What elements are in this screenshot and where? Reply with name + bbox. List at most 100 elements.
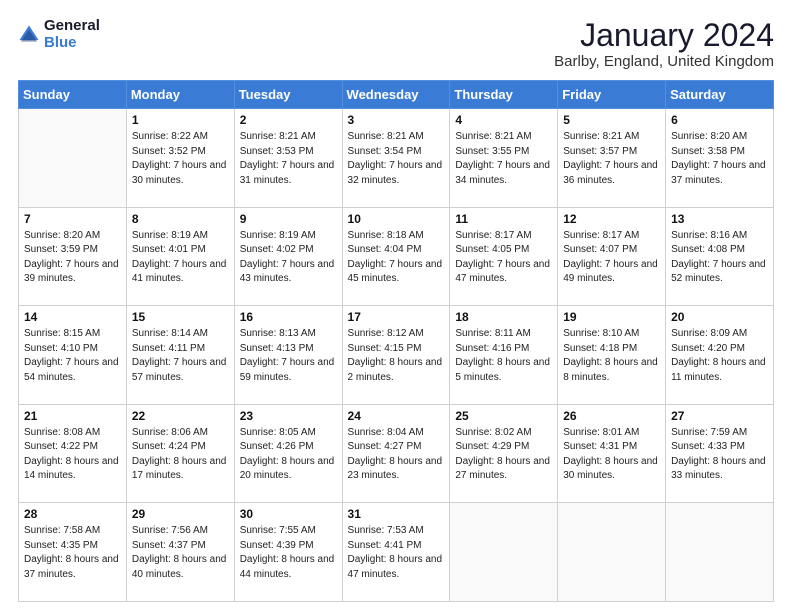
cell-date-number: 1	[132, 113, 229, 127]
cell-sun-info: Sunrise: 7:53 AMSunset: 4:41 PMDaylight:…	[348, 524, 445, 582]
calendar-cell	[450, 503, 558, 602]
logo-text: General Blue	[44, 18, 100, 51]
cell-sun-info: Sunrise: 8:17 AMSunset: 4:05 PMDaylight:…	[455, 229, 552, 287]
cell-sun-info: Sunrise: 8:06 AMSunset: 4:24 PMDaylight:…	[132, 426, 229, 484]
calendar-cell: 9Sunrise: 8:19 AMSunset: 4:02 PMDaylight…	[234, 207, 342, 306]
cell-date-number: 11	[455, 212, 552, 226]
cell-date-number: 8	[132, 212, 229, 226]
calendar-cell: 23 Sunrise: 8:05 AMSunset: 4:26 PMDayligh…	[234, 404, 342, 503]
cell-sun-info: Sunrise: 8:21 AMSunset: 3:54 PMDaylight:…	[348, 130, 445, 188]
calendar-cell: 26Sunrise: 8:01 AMSunset: 4:31 PMDayligh…	[558, 404, 666, 503]
calendar-cell: 8Sunrise: 8:19 AMSunset: 4:01 PMDaylight…	[126, 207, 234, 306]
calendar-table: Sunday Monday Tuesday Wednesday Thursday…	[18, 80, 774, 602]
calendar-cell: 24 Sunrise: 8:04 AMSunset: 4:27 PMDayligh…	[342, 404, 450, 503]
col-header-friday: Friday	[558, 81, 666, 109]
calendar-cell	[19, 109, 127, 208]
calendar-cell: 21 Sunrise: 8:08 AMSunset: 4:22 PMDayligh…	[19, 404, 127, 503]
col-header-thursday: Thursday	[450, 81, 558, 109]
calendar-cell: 31 Sunrise: 7:53 AMSunset: 4:41 PMDayligh…	[342, 503, 450, 602]
calendar-cell: 6 Sunrise: 8:20 AMSunset: 3:58 PMDaylight…	[666, 109, 774, 208]
cell-sun-info: Sunrise: 8:22 AMSunset: 3:52 PMDaylight:…	[132, 130, 229, 188]
cell-date-number: 19	[563, 310, 660, 324]
cell-date-number: 5	[563, 113, 660, 127]
cell-sun-info: Sunrise: 8:14 AMSunset: 4:11 PMDaylight:…	[132, 327, 229, 385]
calendar-header-row: Sunday Monday Tuesday Wednesday Thursday…	[19, 81, 774, 109]
cell-sun-info: Sunrise: 8:01 AMSunset: 4:31 PMDaylight:…	[563, 426, 660, 484]
cell-date-number: 16	[240, 310, 337, 324]
col-header-saturday: Saturday	[666, 81, 774, 109]
calendar-cell: 29Sunrise: 7:56 AMSunset: 4:37 PMDayligh…	[126, 503, 234, 602]
cell-date-number: 18	[455, 310, 552, 324]
calendar-cell: 3 Sunrise: 8:21 AMSunset: 3:54 PMDaylight…	[342, 109, 450, 208]
cell-date-number: 24	[348, 409, 445, 423]
cell-sun-info: Sunrise: 8:15 AMSunset: 4:10 PMDaylight:…	[24, 327, 121, 385]
cell-date-number: 29	[132, 507, 229, 521]
cell-date-number: 27	[671, 409, 768, 423]
logo-icon	[18, 24, 40, 46]
cell-sun-info: Sunrise: 8:02 AMSunset: 4:29 PMDaylight:…	[455, 426, 552, 484]
cell-date-number: 6	[671, 113, 768, 127]
calendar-cell: 5 Sunrise: 8:21 AMSunset: 3:57 PMDaylight…	[558, 109, 666, 208]
cell-sun-info: Sunrise: 8:20 AMSunset: 3:59 PMDaylight:…	[24, 229, 121, 287]
cell-sun-info: Sunrise: 8:13 AMSunset: 4:13 PMDaylight:…	[240, 327, 337, 385]
cell-date-number: 14	[24, 310, 121, 324]
cell-date-number: 2	[240, 113, 337, 127]
calendar-cell: 14 Sunrise: 8:15 AMSunset: 4:10 PMDayligh…	[19, 306, 127, 405]
cell-date-number: 15	[132, 310, 229, 324]
calendar-cell: 18 Sunrise: 8:11 AMSunset: 4:16 PMDayligh…	[450, 306, 558, 405]
header: General Blue January 2024 Barlby, Englan…	[18, 18, 774, 70]
calendar-cell: 28 Sunrise: 7:58 AMSunset: 4:35 PMDayligh…	[19, 503, 127, 602]
cell-sun-info: Sunrise: 7:58 AMSunset: 4:35 PMDaylight:…	[24, 524, 121, 582]
cell-date-number: 3	[348, 113, 445, 127]
page: General Blue January 2024 Barlby, Englan…	[0, 0, 792, 612]
calendar-cell: 17 Sunrise: 8:12 AMSunset: 4:15 PMDayligh…	[342, 306, 450, 405]
calendar-cell	[666, 503, 774, 602]
cell-sun-info: Sunrise: 8:21 AMSunset: 3:55 PMDaylight:…	[455, 130, 552, 188]
cell-sun-info: Sunrise: 8:17 AMSunset: 4:07 PMDaylight:…	[563, 229, 660, 287]
cell-date-number: 28	[24, 507, 121, 521]
calendar-cell: 19 Sunrise: 8:10 AMSunset: 4:18 PMDayligh…	[558, 306, 666, 405]
cell-date-number: 13	[671, 212, 768, 226]
cell-date-number: 7	[24, 212, 121, 226]
cell-sun-info: Sunrise: 8:16 AMSunset: 4:08 PMDaylight:…	[671, 229, 768, 287]
cell-sun-info: Sunrise: 7:59 AMSunset: 4:33 PMDaylight:…	[671, 426, 768, 484]
logo-general: General	[44, 18, 100, 35]
cell-sun-info: Sunrise: 8:12 AMSunset: 4:15 PMDaylight:…	[348, 327, 445, 385]
cell-date-number: 21	[24, 409, 121, 423]
calendar-week-row-5: 28 Sunrise: 7:58 AMSunset: 4:35 PMDayligh…	[19, 503, 774, 602]
calendar-cell: 25Sunrise: 8:02 AMSunset: 4:29 PMDayligh…	[450, 404, 558, 503]
calendar-cell: 30Sunrise: 7:55 AMSunset: 4:39 PMDayligh…	[234, 503, 342, 602]
cell-sun-info: Sunrise: 8:09 AMSunset: 4:20 PMDaylight:…	[671, 327, 768, 385]
cell-date-number: 10	[348, 212, 445, 226]
calendar-week-row-2: 7 Sunrise: 8:20 AMSunset: 3:59 PMDaylight…	[19, 207, 774, 306]
cell-date-number: 31	[348, 507, 445, 521]
cell-sun-info: Sunrise: 8:05 AMSunset: 4:26 PMDaylight:…	[240, 426, 337, 484]
col-header-monday: Monday	[126, 81, 234, 109]
cell-sun-info: Sunrise: 8:20 AMSunset: 3:58 PMDaylight:…	[671, 130, 768, 188]
calendar-cell: 7 Sunrise: 8:20 AMSunset: 3:59 PMDaylight…	[19, 207, 127, 306]
cell-sun-info: Sunrise: 8:10 AMSunset: 4:18 PMDaylight:…	[563, 327, 660, 385]
calendar-week-row-3: 14 Sunrise: 8:15 AMSunset: 4:10 PMDayligh…	[19, 306, 774, 405]
cell-sun-info: Sunrise: 8:11 AMSunset: 4:16 PMDaylight:…	[455, 327, 552, 385]
col-header-sunday: Sunday	[19, 81, 127, 109]
calendar-cell: 13 Sunrise: 8:16 AMSunset: 4:08 PMDayligh…	[666, 207, 774, 306]
cell-sun-info: Sunrise: 7:55 AMSunset: 4:39 PMDaylight:…	[240, 524, 337, 582]
logo: General Blue	[18, 18, 100, 51]
month-title: January 2024	[554, 18, 774, 53]
cell-sun-info: Sunrise: 8:04 AMSunset: 4:27 PMDaylight:…	[348, 426, 445, 484]
col-header-tuesday: Tuesday	[234, 81, 342, 109]
logo-blue: Blue	[44, 35, 100, 52]
calendar-cell: 22Sunrise: 8:06 AMSunset: 4:24 PMDayligh…	[126, 404, 234, 503]
cell-sun-info: Sunrise: 8:21 AMSunset: 3:53 PMDaylight:…	[240, 130, 337, 188]
calendar-cell	[558, 503, 666, 602]
calendar-cell: 11 Sunrise: 8:17 AMSunset: 4:05 PMDayligh…	[450, 207, 558, 306]
calendar-cell: 20Sunrise: 8:09 AMSunset: 4:20 PMDayligh…	[666, 306, 774, 405]
title-block: January 2024 Barlby, England, United Kin…	[554, 18, 774, 70]
cell-date-number: 17	[348, 310, 445, 324]
cell-sun-info: Sunrise: 8:08 AMSunset: 4:22 PMDaylight:…	[24, 426, 121, 484]
calendar-cell: 4Sunrise: 8:21 AMSunset: 3:55 PMDaylight…	[450, 109, 558, 208]
cell-date-number: 23	[240, 409, 337, 423]
cell-sun-info: Sunrise: 8:21 AMSunset: 3:57 PMDaylight:…	[563, 130, 660, 188]
calendar-cell: 1 Sunrise: 8:22 AMSunset: 3:52 PMDaylight…	[126, 109, 234, 208]
calendar-cell: 27 Sunrise: 7:59 AMSunset: 4:33 PMDayligh…	[666, 404, 774, 503]
